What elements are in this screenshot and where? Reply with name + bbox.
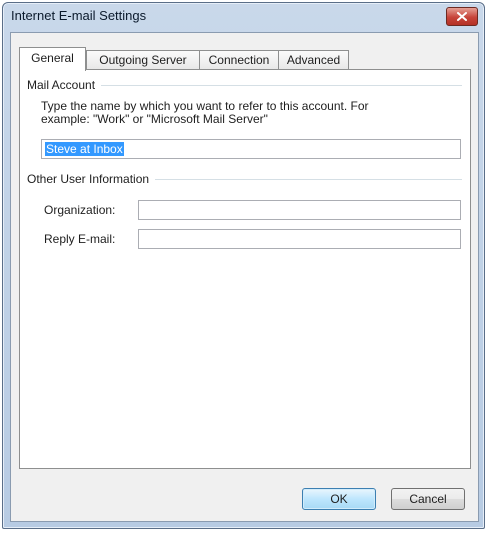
- account-name-value: Steve at Inbox: [45, 142, 124, 156]
- window-title: Internet E-mail Settings: [11, 8, 147, 23]
- dialog-window: Internet E-mail Settings General Outgoin…: [2, 2, 485, 529]
- dialog-client-area: General Outgoing Server Connection Advan…: [10, 32, 479, 522]
- tab-general-label: General: [31, 51, 74, 65]
- tab-advanced[interactable]: Advanced: [278, 50, 349, 69]
- title-bar[interactable]: Internet E-mail Settings: [3, 3, 484, 28]
- instruction-line-2: example: "Work" or "Microsoft Mail Serve…: [41, 112, 268, 126]
- tab-outgoing-server[interactable]: Outgoing Server: [86, 50, 200, 69]
- ok-button[interactable]: OK: [302, 488, 376, 510]
- tab-outgoing-server-label: Outgoing Server: [99, 53, 187, 67]
- reply-email-label: Reply E-mail:: [44, 232, 116, 246]
- organization-input[interactable]: [138, 200, 461, 220]
- general-tab-panel: Mail Account Type the name by which you …: [19, 69, 471, 469]
- other-user-info-heading: Other User Information: [27, 172, 156, 186]
- tab-connection-label: Connection: [208, 53, 270, 67]
- account-name-input[interactable]: Steve at Inbox: [41, 139, 461, 159]
- close-icon: [457, 12, 467, 21]
- tab-advanced-label: Advanced: [286, 53, 341, 67]
- tab-connection[interactable]: Connection: [199, 50, 279, 69]
- tab-general[interactable]: General: [19, 47, 86, 71]
- ok-button-label: OK: [330, 492, 348, 506]
- mail-account-heading: Mail Account: [27, 78, 102, 92]
- mail-account-instruction: Type the name by which you want to refer…: [41, 100, 461, 126]
- reply-email-input[interactable]: [138, 229, 461, 249]
- cancel-button[interactable]: Cancel: [391, 488, 465, 510]
- organization-label: Organization:: [44, 203, 116, 217]
- cancel-button-label: Cancel: [409, 492, 447, 506]
- close-button[interactable]: [446, 7, 478, 26]
